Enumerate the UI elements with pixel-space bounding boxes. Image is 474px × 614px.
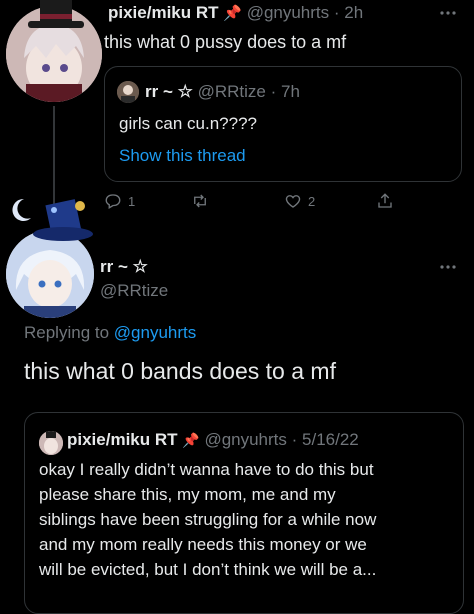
tweet1-display-name[interactable]: pixie/miku RT	[108, 3, 219, 22]
quote1-display-name[interactable]: rr ~ ☆	[145, 82, 193, 101]
quote1-text: girls can cu.n????	[119, 114, 257, 133]
replying-to: Replying to @gnyuhrts	[24, 322, 196, 344]
quote2-text-line: okay I really didn’t wanna have to do th…	[39, 460, 374, 479]
tweet1-separator: ·	[333, 3, 340, 22]
quote2-date[interactable]: 5/16/22	[302, 430, 359, 449]
quote2-text-line: will be evicted, but I don’t think we wi…	[39, 560, 377, 579]
quote1-time[interactable]: 7h	[281, 82, 300, 101]
more-horizontal-icon-2[interactable]	[438, 262, 458, 272]
more-horizontal-icon[interactable]	[438, 8, 458, 18]
quote2-text: okay I really didn’t wanna have to do th…	[39, 457, 376, 582]
pin-icon: 📌	[223, 5, 242, 22]
tweet-1[interactable]: pixie/miku RT 📌 @gnyuhrts · 2h this what…	[0, 0, 474, 222]
tweet2-quote-card[interactable]: pixie/miku RT 📌 @gnyuhrts · 5/16/22 okay…	[24, 412, 464, 614]
tweet2-text: this what 0 bands does to a mf	[24, 358, 336, 384]
crescent-moon-icon	[6, 196, 34, 224]
quote2-display-name[interactable]: pixie/miku RT	[67, 430, 178, 449]
quote2-text-line: and my mom really needs this money or we	[39, 535, 367, 554]
top-hat-icon	[26, 0, 86, 30]
tweet1-quote-card[interactable]: rr ~ ☆ @RRtize · 7h girls can cu.n???? S…	[104, 66, 462, 182]
replying-to-label: Replying to	[24, 323, 114, 342]
tweet1-text: this what 0 pussy does to a mf	[104, 32, 347, 52]
tweet2-display-name[interactable]: rr ~ ☆	[100, 256, 148, 278]
tweet-2[interactable]: rr ~ ☆ @RRtize Replying to @gnyuhrts thi…	[0, 190, 474, 614]
quote2-text-line: please share this, my mom, me and my	[39, 485, 336, 504]
quote2-handle[interactable]: @gnyuhrts	[204, 430, 286, 449]
tweet1-handle[interactable]: @gnyuhrts	[247, 3, 329, 22]
quote2-text-line: siblings have been struggling for a whil…	[39, 510, 377, 529]
avatar-pixie-small[interactable]	[39, 431, 63, 455]
replying-to-handle[interactable]: @gnyuhrts	[114, 323, 196, 342]
tweet1-time[interactable]: 2h	[344, 3, 363, 22]
quote1-separator: ·	[270, 82, 277, 101]
show-this-thread-link[interactable]: Show this thread	[119, 145, 246, 167]
quote2-pin-icon: 📌	[182, 432, 200, 448]
blue-hat-icon	[30, 196, 96, 246]
quote2-separator: ·	[291, 430, 298, 449]
avatar-rr-small[interactable]	[117, 81, 139, 103]
quote1-handle[interactable]: @RRtize	[198, 82, 266, 101]
tweet2-handle[interactable]: @RRtize	[100, 280, 168, 302]
